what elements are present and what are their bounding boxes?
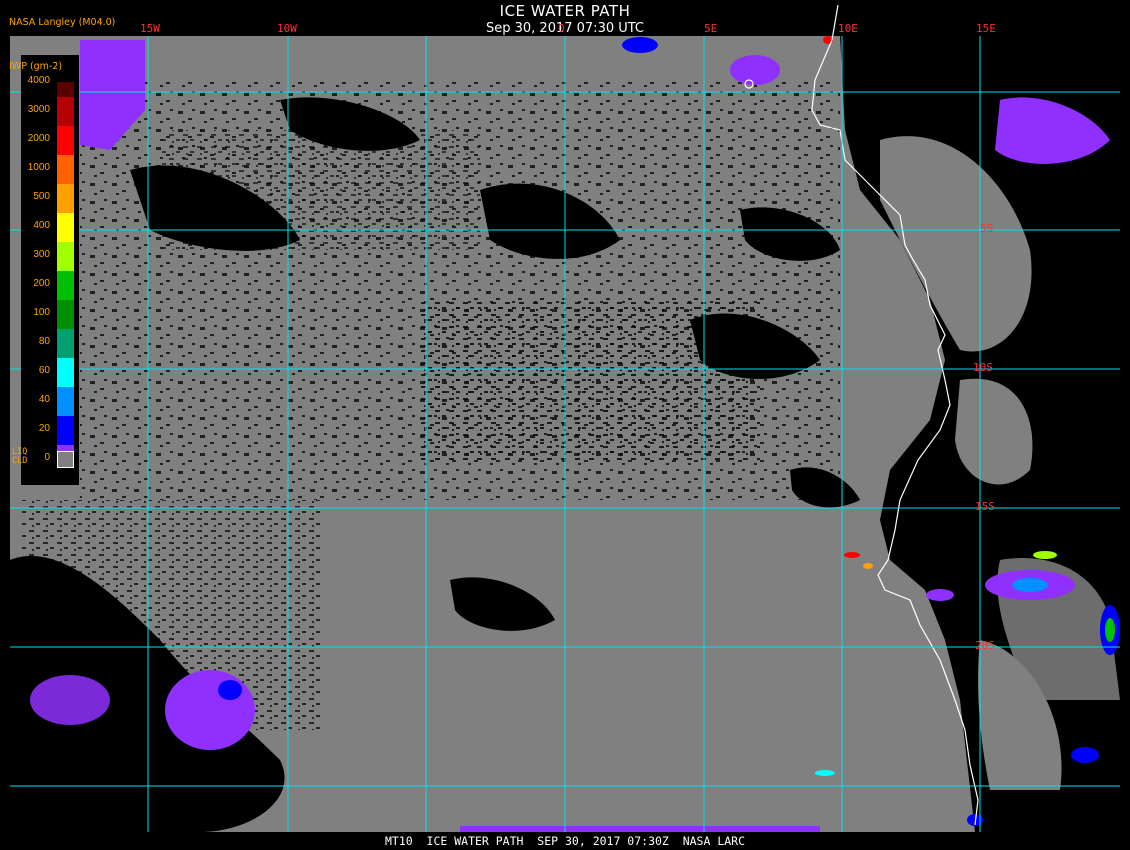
legend-liquid-cloud-label: LIQ CLD (12, 447, 28, 466)
legend-value-label: 40 (38, 394, 50, 405)
legend-value-label: 3000 (27, 104, 50, 115)
legend-units: IWP (gm-2) (9, 61, 63, 72)
legend-color-swatch (57, 82, 74, 97)
legend-value-label: 2000 (27, 133, 50, 144)
legend-liquid-cloud-swatch (57, 451, 74, 468)
legend-value-label: 500 (33, 191, 50, 202)
footer-caption: MT10 ICE WATER PATH SEP 30, 2017 07:30Z … (384, 834, 746, 848)
legend-color-swatch (57, 212, 74, 242)
legend-value-label: 200 (33, 278, 50, 289)
legend-value-label: 1000 (27, 162, 50, 173)
lon-label-10e: 10E (838, 22, 858, 35)
legend-color-swatch (57, 125, 74, 155)
lat-label-10s: 10S (973, 361, 993, 374)
lat-label-15s: 15S (975, 500, 995, 513)
map-datetime: Sep 30, 2017 07:30 UTC (485, 21, 645, 36)
legend-color-swatch (57, 357, 74, 387)
lon-label-0: 0 (558, 22, 565, 35)
legend-value-label: 100 (33, 307, 50, 318)
legend-color-swatch (57, 386, 74, 416)
legend-value-label: 4000 (27, 75, 50, 86)
lon-label-10w: 10W (277, 22, 297, 35)
legend-organization: NASA Langley (M04.0) (9, 17, 116, 28)
legend-color-swatch (57, 183, 74, 213)
legend-value-label: 80 (38, 336, 50, 347)
legend-value-label: 300 (33, 249, 50, 260)
legend-color-swatch (57, 299, 74, 329)
legend-color-swatch (57, 328, 74, 358)
map-title: ICE WATER PATH (499, 2, 631, 20)
legend-color-swatch (57, 154, 74, 184)
legend-color-swatch (57, 241, 74, 271)
color-legend: NASA Langley (M04.0) IWP (gm-2) 4000 3000… (9, 17, 115, 485)
lat-label-20s: 20S (975, 639, 995, 652)
legend-color-swatch (57, 270, 74, 300)
lon-label-15w: 15W (140, 22, 160, 35)
ice-water-path-map (0, 0, 1130, 850)
lon-label-5e: 5E (704, 22, 718, 35)
legend-value-label: 20 (38, 423, 50, 434)
lat-label-5s: 5S (980, 222, 994, 235)
legend-color-swatch (57, 96, 74, 126)
legend-value-label: 400 (33, 220, 50, 231)
lon-label-15e: 15E (976, 22, 996, 35)
legend-color-swatch (57, 415, 74, 445)
legend-value-label: 60 (38, 365, 50, 376)
